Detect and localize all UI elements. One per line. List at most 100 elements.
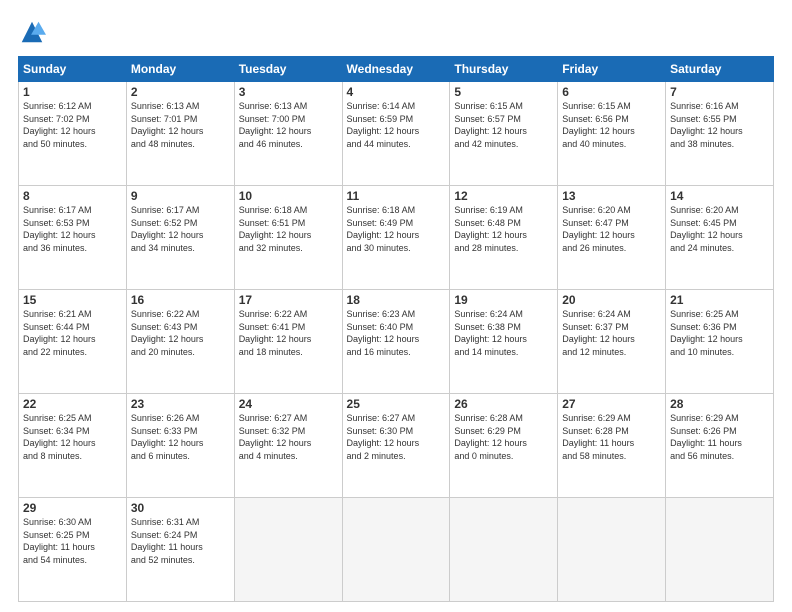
- day-info: Sunrise: 6:29 AM Sunset: 6:28 PM Dayligh…: [562, 412, 661, 462]
- page: SundayMondayTuesdayWednesdayThursdayFrid…: [0, 0, 792, 612]
- day-info: Sunrise: 6:15 AM Sunset: 6:57 PM Dayligh…: [454, 100, 553, 150]
- calendar-cell: 23Sunrise: 6:26 AM Sunset: 6:33 PM Dayli…: [126, 394, 234, 498]
- calendar-cell: 24Sunrise: 6:27 AM Sunset: 6:32 PM Dayli…: [234, 394, 342, 498]
- day-number: 9: [131, 189, 230, 203]
- calendar-cell: 22Sunrise: 6:25 AM Sunset: 6:34 PM Dayli…: [19, 394, 127, 498]
- calendar-cell: [558, 498, 666, 602]
- weekday-header: Tuesday: [234, 57, 342, 82]
- calendar-cell: 9Sunrise: 6:17 AM Sunset: 6:52 PM Daylig…: [126, 186, 234, 290]
- calendar-cell: [450, 498, 558, 602]
- calendar-cell: 21Sunrise: 6:25 AM Sunset: 6:36 PM Dayli…: [666, 290, 774, 394]
- day-info: Sunrise: 6:29 AM Sunset: 6:26 PM Dayligh…: [670, 412, 769, 462]
- day-info: Sunrise: 6:22 AM Sunset: 6:41 PM Dayligh…: [239, 308, 338, 358]
- day-number: 18: [347, 293, 446, 307]
- day-info: Sunrise: 6:24 AM Sunset: 6:38 PM Dayligh…: [454, 308, 553, 358]
- day-info: Sunrise: 6:21 AM Sunset: 6:44 PM Dayligh…: [23, 308, 122, 358]
- weekday-header: Friday: [558, 57, 666, 82]
- calendar-week-row: 8Sunrise: 6:17 AM Sunset: 6:53 PM Daylig…: [19, 186, 774, 290]
- day-info: Sunrise: 6:12 AM Sunset: 7:02 PM Dayligh…: [23, 100, 122, 150]
- weekday-header-row: SundayMondayTuesdayWednesdayThursdayFrid…: [19, 57, 774, 82]
- calendar-cell: 7Sunrise: 6:16 AM Sunset: 6:55 PM Daylig…: [666, 82, 774, 186]
- day-info: Sunrise: 6:27 AM Sunset: 6:32 PM Dayligh…: [239, 412, 338, 462]
- calendar-cell: 16Sunrise: 6:22 AM Sunset: 6:43 PM Dayli…: [126, 290, 234, 394]
- day-info: Sunrise: 6:30 AM Sunset: 6:25 PM Dayligh…: [23, 516, 122, 566]
- calendar-week-row: 29Sunrise: 6:30 AM Sunset: 6:25 PM Dayli…: [19, 498, 774, 602]
- weekday-header: Monday: [126, 57, 234, 82]
- day-number: 19: [454, 293, 553, 307]
- day-info: Sunrise: 6:18 AM Sunset: 6:49 PM Dayligh…: [347, 204, 446, 254]
- day-info: Sunrise: 6:20 AM Sunset: 6:45 PM Dayligh…: [670, 204, 769, 254]
- day-number: 14: [670, 189, 769, 203]
- calendar-table: SundayMondayTuesdayWednesdayThursdayFrid…: [18, 56, 774, 602]
- day-number: 5: [454, 85, 553, 99]
- day-number: 28: [670, 397, 769, 411]
- calendar-cell: 30Sunrise: 6:31 AM Sunset: 6:24 PM Dayli…: [126, 498, 234, 602]
- calendar-cell: 4Sunrise: 6:14 AM Sunset: 6:59 PM Daylig…: [342, 82, 450, 186]
- day-number: 11: [347, 189, 446, 203]
- weekday-header: Sunday: [19, 57, 127, 82]
- calendar-cell: 3Sunrise: 6:13 AM Sunset: 7:00 PM Daylig…: [234, 82, 342, 186]
- day-number: 23: [131, 397, 230, 411]
- day-info: Sunrise: 6:31 AM Sunset: 6:24 PM Dayligh…: [131, 516, 230, 566]
- logo: [18, 18, 50, 46]
- day-info: Sunrise: 6:13 AM Sunset: 7:00 PM Dayligh…: [239, 100, 338, 150]
- weekday-header: Wednesday: [342, 57, 450, 82]
- calendar-cell: 12Sunrise: 6:19 AM Sunset: 6:48 PM Dayli…: [450, 186, 558, 290]
- calendar-cell: 8Sunrise: 6:17 AM Sunset: 6:53 PM Daylig…: [19, 186, 127, 290]
- calendar-cell: [666, 498, 774, 602]
- calendar-cell: 17Sunrise: 6:22 AM Sunset: 6:41 PM Dayli…: [234, 290, 342, 394]
- day-number: 13: [562, 189, 661, 203]
- day-number: 15: [23, 293, 122, 307]
- day-number: 6: [562, 85, 661, 99]
- day-number: 24: [239, 397, 338, 411]
- header: [18, 18, 774, 46]
- day-number: 7: [670, 85, 769, 99]
- day-number: 12: [454, 189, 553, 203]
- calendar-cell: 1Sunrise: 6:12 AM Sunset: 7:02 PM Daylig…: [19, 82, 127, 186]
- weekday-header: Thursday: [450, 57, 558, 82]
- day-info: Sunrise: 6:15 AM Sunset: 6:56 PM Dayligh…: [562, 100, 661, 150]
- day-info: Sunrise: 6:17 AM Sunset: 6:53 PM Dayligh…: [23, 204, 122, 254]
- day-number: 3: [239, 85, 338, 99]
- day-number: 27: [562, 397, 661, 411]
- day-number: 25: [347, 397, 446, 411]
- day-number: 26: [454, 397, 553, 411]
- calendar-cell: 6Sunrise: 6:15 AM Sunset: 6:56 PM Daylig…: [558, 82, 666, 186]
- calendar-cell: [342, 498, 450, 602]
- day-info: Sunrise: 6:18 AM Sunset: 6:51 PM Dayligh…: [239, 204, 338, 254]
- calendar-cell: 28Sunrise: 6:29 AM Sunset: 6:26 PM Dayli…: [666, 394, 774, 498]
- day-number: 16: [131, 293, 230, 307]
- calendar-cell: 11Sunrise: 6:18 AM Sunset: 6:49 PM Dayli…: [342, 186, 450, 290]
- day-info: Sunrise: 6:20 AM Sunset: 6:47 PM Dayligh…: [562, 204, 661, 254]
- day-number: 22: [23, 397, 122, 411]
- calendar-cell: 14Sunrise: 6:20 AM Sunset: 6:45 PM Dayli…: [666, 186, 774, 290]
- day-info: Sunrise: 6:28 AM Sunset: 6:29 PM Dayligh…: [454, 412, 553, 462]
- calendar-cell: 19Sunrise: 6:24 AM Sunset: 6:38 PM Dayli…: [450, 290, 558, 394]
- day-info: Sunrise: 6:17 AM Sunset: 6:52 PM Dayligh…: [131, 204, 230, 254]
- day-info: Sunrise: 6:25 AM Sunset: 6:36 PM Dayligh…: [670, 308, 769, 358]
- weekday-header: Saturday: [666, 57, 774, 82]
- calendar-cell: 29Sunrise: 6:30 AM Sunset: 6:25 PM Dayli…: [19, 498, 127, 602]
- calendar-cell: 26Sunrise: 6:28 AM Sunset: 6:29 PM Dayli…: [450, 394, 558, 498]
- day-info: Sunrise: 6:13 AM Sunset: 7:01 PM Dayligh…: [131, 100, 230, 150]
- calendar-cell: 10Sunrise: 6:18 AM Sunset: 6:51 PM Dayli…: [234, 186, 342, 290]
- day-number: 21: [670, 293, 769, 307]
- day-info: Sunrise: 6:27 AM Sunset: 6:30 PM Dayligh…: [347, 412, 446, 462]
- calendar-cell: 2Sunrise: 6:13 AM Sunset: 7:01 PM Daylig…: [126, 82, 234, 186]
- day-info: Sunrise: 6:14 AM Sunset: 6:59 PM Dayligh…: [347, 100, 446, 150]
- day-info: Sunrise: 6:24 AM Sunset: 6:37 PM Dayligh…: [562, 308, 661, 358]
- calendar-cell: 5Sunrise: 6:15 AM Sunset: 6:57 PM Daylig…: [450, 82, 558, 186]
- day-number: 17: [239, 293, 338, 307]
- calendar-cell: 27Sunrise: 6:29 AM Sunset: 6:28 PM Dayli…: [558, 394, 666, 498]
- day-number: 1: [23, 85, 122, 99]
- day-number: 10: [239, 189, 338, 203]
- day-info: Sunrise: 6:25 AM Sunset: 6:34 PM Dayligh…: [23, 412, 122, 462]
- calendar-cell: 20Sunrise: 6:24 AM Sunset: 6:37 PM Dayli…: [558, 290, 666, 394]
- day-number: 4: [347, 85, 446, 99]
- calendar-cell: 13Sunrise: 6:20 AM Sunset: 6:47 PM Dayli…: [558, 186, 666, 290]
- calendar-week-row: 15Sunrise: 6:21 AM Sunset: 6:44 PM Dayli…: [19, 290, 774, 394]
- day-number: 30: [131, 501, 230, 515]
- calendar-cell: 15Sunrise: 6:21 AM Sunset: 6:44 PM Dayli…: [19, 290, 127, 394]
- day-info: Sunrise: 6:19 AM Sunset: 6:48 PM Dayligh…: [454, 204, 553, 254]
- logo-icon: [18, 18, 46, 46]
